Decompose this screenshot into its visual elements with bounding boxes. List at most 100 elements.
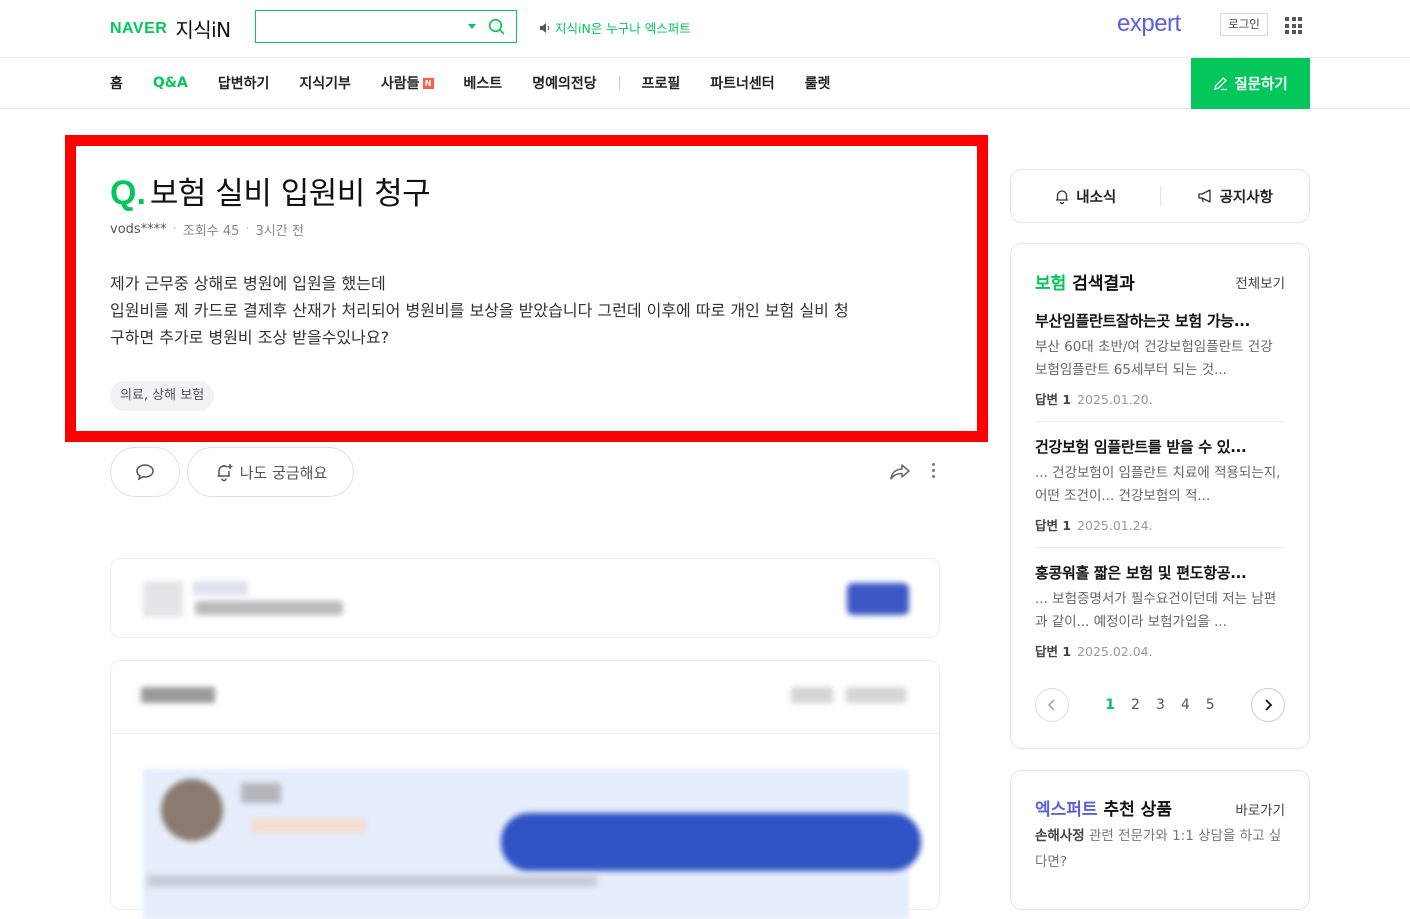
curious-button[interactable]: 나도 궁금해요 [187,447,354,497]
prev-page-button[interactable] [1035,688,1069,722]
expert-keyword: 엑스퍼트 [1035,800,1098,820]
nav-divider [618,76,620,90]
expert-logo[interactable]: expert [1117,10,1181,38]
kin-logo[interactable]: 지식iN [175,14,231,43]
result-answers: 답변 1 [1035,644,1072,659]
notices-button[interactable]: 공지사항 [1161,186,1310,207]
comment-button[interactable] [110,447,180,497]
blurred-answer-banner [110,558,940,638]
search-result-item[interactable]: 홍콩워홀 짧은 보험 및 편도항공... ... 보험증명서가 필수요건이던데 … [1035,562,1285,660]
result-title[interactable]: 부산임플란트잘하는곳 보험 가능... [1035,310,1285,331]
blurred-answer-card [110,660,941,919]
nav-item-best[interactable]: 베스트 [464,73,503,93]
result-date: 2025.01.24. [1077,518,1153,533]
expert-recommend-box: 엑스퍼트 추천 상품 바로가기 손해사정 관련 전문가와 1:1 상담을 하고 … [1010,770,1310,910]
result-date: 2025.01.20. [1077,392,1153,407]
result-desc: ... 건강보험이 임플란트 치료에 적용되는지, 어떤 조건이... 건강보험… [1035,465,1281,504]
speech-bubble-icon [136,464,154,481]
nav-item-answer[interactable]: 답변하기 [218,73,270,93]
search-result-item[interactable]: 건강보험 임플란트를 받을 수 있... ... 건강보험이 임플란트 치료에 … [1035,436,1285,534]
result-meta: 답변 1 2025.01.24. [1035,515,1285,534]
page-number[interactable]: 1 [1105,697,1115,713]
nav-item-hall-of-fame[interactable]: 명예의전당 [532,73,596,93]
question-tag[interactable]: 의료, 상해 보험 [110,381,215,411]
login-button[interactable]: 로그인 [1220,13,1268,36]
chevron-down-icon[interactable] [468,24,476,29]
result-answers: 답변 1 [1035,392,1072,407]
question-body-line: 입원비를 제 카드로 결제후 산재가 처리되어 병원비를 보상을 받았습니다 그… [110,301,849,320]
curious-label: 나도 궁금해요 [239,463,328,482]
view-all-link[interactable]: 전체보기 [1235,272,1285,292]
search-result-item[interactable]: 부산임플란트잘하는곳 보험 가능... 부산 60대 초반/여 건강보험임플란트… [1035,310,1285,408]
chevron-left-icon [1047,699,1055,711]
search-result-title: 보험 검색결과 [1035,269,1135,294]
result-desc: ... 보험증명서가 필수요건이던데 저는 남편과 같이... 예정이라 보험가… [1035,591,1277,630]
question-author[interactable]: vods**** [110,222,167,237]
question-body: 제가 근무중 상해로 병원에 입원을 했는데 입원비를 제 카드로 결제후 산재… [110,270,940,351]
ask-question-button[interactable]: 질문하기 [1191,58,1310,109]
naver-logo[interactable]: NAVER [110,20,167,38]
nav-item-qna[interactable]: Q&A [153,75,188,91]
expert-title-suffix: 추천 상품 [1103,800,1172,820]
question-meta: vods**** · 조회수 45 · 3시간 전 [110,220,304,239]
search-result-suffix: 검색결과 [1072,274,1135,294]
result-answers: 답변 1 [1035,518,1072,533]
nav-item-people-label: 사람들 [380,76,420,92]
result-date: 2025.02.04. [1077,644,1153,659]
search-result-box: 보험 검색결과 전체보기 부산임플란트잘하는곳 보험 가능... 부산 60대 … [1010,243,1310,749]
result-meta: 답변 1 2025.01.20. [1035,389,1285,408]
more-options-icon[interactable] [932,463,935,478]
question-views: 조회수 45 [182,224,240,239]
next-page-button[interactable] [1251,688,1285,722]
notice-text[interactable]: 지식iN은 누구나 엑스퍼트 [555,18,691,37]
top-header: NAVER 지식iN 지식iN은 누구나 엑스퍼트 expert 로그인 [0,0,1410,58]
pencil-icon [1214,77,1228,91]
bell-icon [1056,190,1069,204]
expert-recommend-title: 엑스퍼트 추천 상품 [1035,795,1172,820]
nav-item-roulette[interactable]: 룰렛 [805,73,831,93]
result-meta: 답변 1 2025.02.04. [1035,641,1285,660]
result-divider [1035,547,1285,548]
expert-go-link[interactable]: 바로가기 [1235,799,1285,819]
app-grid-icon[interactable] [1285,17,1302,34]
question-title: Q. 보험 실비 입원비 청구 [110,168,431,213]
page-numbers: 1 2 3 4 5 [1105,697,1214,713]
page-number[interactable]: 4 [1181,697,1190,713]
my-news-box: 내소식 공지사항 [1010,169,1310,223]
nav-item-people[interactable]: 사람들 N [381,73,434,93]
notices-label: 공지사항 [1219,189,1273,206]
share-icon[interactable] [889,462,911,482]
question-title-text: 보험 실비 입원비 청구 [149,176,431,212]
q-mark: Q. [110,174,146,212]
result-desc: 부산 60대 초반/여 건강보험임플란트 건강보험임플란트 65세부터 되는 것… [1035,339,1273,378]
expert-desc-bold: 손해사정 [1035,828,1085,844]
expert-notice-link[interactable]: 지식iN은 누구나 엑스퍼트 [539,18,691,37]
ask-question-label: 질문하기 [1234,77,1288,93]
nav-item-partner[interactable]: 파트너센터 [710,73,774,93]
megaphone-icon [1197,189,1211,203]
search-input[interactable] [255,10,517,43]
page-number[interactable]: 2 [1131,697,1140,713]
question-body-line: 제가 근무중 상해로 병원에 입원을 했는데 [110,274,386,293]
my-news-button[interactable]: 내소식 [1011,186,1160,207]
nav-item-profile[interactable]: 프로필 [642,73,681,93]
expert-desc: 손해사정 관련 전문가와 1:1 상담을 하고 싶다면? [1035,823,1290,875]
nav-item-donate[interactable]: 지식기부 [299,73,351,93]
chevron-right-icon [1265,699,1273,711]
search-keyword: 보험 [1035,274,1067,294]
page-number[interactable]: 5 [1206,697,1215,713]
page-number[interactable]: 3 [1156,697,1165,713]
result-title[interactable]: 홍콩워홀 짧은 보험 및 편도항공... [1035,562,1285,583]
speaker-icon [540,22,550,33]
meta-dot: · [172,222,177,237]
my-news-label: 내소식 [1076,189,1117,206]
nav-item-home[interactable]: 홈 [110,73,123,93]
question-body-line: 구하면 추가로 병원비 조상 받을수있나요? [110,328,390,347]
result-divider [1035,421,1285,422]
meta-dot: · [245,222,250,237]
question-time: 3시간 전 [255,224,304,239]
search-icon[interactable] [488,18,506,36]
pagination: 1 2 3 4 5 [1035,688,1285,722]
result-title[interactable]: 건강보험 임플란트를 받을 수 있... [1035,436,1285,457]
site-logo[interactable]: NAVER 지식iN [110,14,231,43]
